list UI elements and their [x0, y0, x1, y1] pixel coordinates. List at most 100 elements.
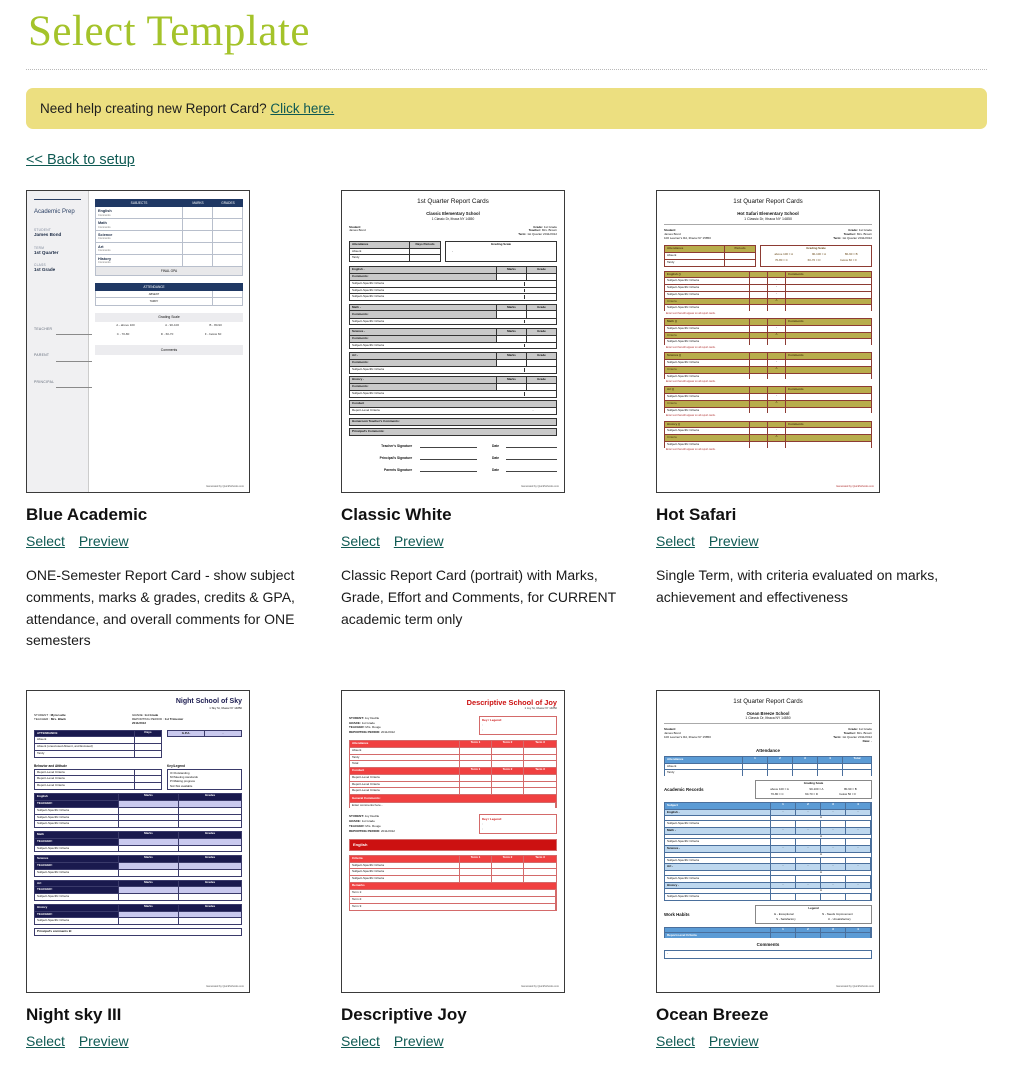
- safari-mark: A: [767, 434, 785, 441]
- select-link-classic-white[interactable]: Select: [341, 533, 380, 549]
- ocean-legend-item: S - Satisfactory: [776, 917, 796, 922]
- table-row: Absent: [349, 247, 441, 255]
- classic-absent: Absent: [350, 248, 410, 255]
- table-row: Term 3:: [349, 902, 557, 911]
- ocean-dash: -: [796, 827, 821, 834]
- select-link-hot-safari[interactable]: Select: [656, 533, 695, 549]
- template-thumbnail-night-sky[interactable]: Night School of Sky 1 Sky St, Ithaca NY …: [26, 690, 250, 994]
- ocean-legend: Legend E - Exceptional N - Needs Improve…: [755, 904, 872, 924]
- table-row: History Comments: [95, 255, 243, 268]
- joy-term: Term 1: [460, 767, 492, 774]
- safari-attendance-block: Attendance Periods Absent Tardy Grading …: [664, 245, 872, 267]
- joy-teacher: Mrs. Rouge: [365, 824, 381, 829]
- table-row: Science - - - - -: [664, 845, 872, 852]
- blue-principal-label: PRINCIPAL: [34, 379, 55, 384]
- classic-sig-parent-label: Parents Signature: [384, 468, 413, 473]
- classic-tardy: Tardy: [350, 255, 410, 262]
- table-row: Subject-Specific Criteria: [664, 406, 872, 414]
- table-row: Attendance 1 2 3 4 Total: [664, 755, 872, 763]
- classic-col-marks: Marks: [496, 328, 526, 335]
- ocean-scale-item: above 100 = A: [770, 786, 789, 791]
- ocean-criteria: Subject-Specific Criteria: [665, 857, 771, 864]
- night-teacher-row: TEACHER:: [35, 863, 119, 869]
- ocean-col: 3: [793, 756, 818, 763]
- safari-subject-block: Science () Comments Subject-Specific Cri…: [664, 352, 872, 383]
- ocean-comments-heading: Comments: [756, 942, 780, 948]
- table-row: Absent (unexcused Absent, and Excused): [34, 743, 162, 750]
- table-row: 1 2 3 4: [664, 926, 872, 932]
- table-row: G.P.A. -: [167, 729, 242, 738]
- preview-link-blue-academic[interactable]: Preview: [79, 533, 129, 549]
- safari-subject: History (): [667, 421, 681, 426]
- help-click-here-link[interactable]: Click here.: [270, 101, 334, 116]
- night-col-marks: Marks: [119, 831, 179, 838]
- table-row: A: [664, 851, 872, 857]
- select-link-ocean-breeze[interactable]: Select: [656, 1033, 695, 1049]
- night-attendance-label: ATTENDANCE: [35, 730, 135, 737]
- table-row: Math Marks Grades: [34, 831, 242, 838]
- blue-comments-bar: Comments: [95, 345, 243, 355]
- table-row: Subject-Specific Criteria: [664, 820, 872, 827]
- table-row: Attendance Periods: [664, 245, 756, 253]
- blue-grading-scale-row1: A - above 100 A - 90-100 B - 80-90: [95, 322, 243, 331]
- safari-tardy: Tardy: [665, 259, 725, 266]
- joy-remarks-bar: Remarks: [349, 881, 557, 890]
- classic-col-grade: Grade: [526, 328, 556, 335]
- classic-criteria: Subject-Specific Criteria: [352, 390, 385, 395]
- preview-link-night-sky[interactable]: Preview: [79, 1033, 129, 1049]
- template-thumbnail-hot-safari[interactable]: 1st Quarter Report Cards Hot Safari Elem…: [656, 190, 880, 494]
- back-to-setup-link[interactable]: << Back to setup: [26, 152, 135, 168]
- classic-subject: English -: [350, 267, 496, 273]
- safari-mark: A: [767, 366, 785, 373]
- table-row: Subject-Specific Criteria: [34, 813, 242, 821]
- page-container: Select Template Need help creating new R…: [0, 8, 1013, 1065]
- preview-link-ocean-breeze[interactable]: Preview: [709, 1033, 759, 1049]
- safari-criteria-bar: Criteria: [667, 435, 677, 440]
- classic-attendance-label: Attendance: [350, 241, 410, 248]
- table-row: A: [664, 870, 872, 875]
- night-criteria: Subject-Specific Criteria: [35, 807, 119, 814]
- safari-comments: Comments: [785, 421, 871, 428]
- safari-note: Enter text that will appear on all repor…: [666, 311, 716, 315]
- template-thumbnail-ocean-breeze[interactable]: 1st Quarter Report Cards Ocean Breeze Sc…: [656, 690, 880, 994]
- preview-link-descriptive-joy[interactable]: Preview: [394, 1033, 444, 1049]
- ocean-student-address: 100 Learner's Rd, Ithaca NY 15850: [664, 734, 711, 739]
- ocean-date-label: Date:: [862, 738, 871, 743]
- classic-principal-bar: Principal's Comments:: [349, 428, 557, 437]
- table-row: Criteria A: [664, 365, 872, 373]
- ocean-col: 2: [796, 927, 821, 932]
- joy-term-row: Term 3:: [350, 903, 556, 910]
- table-row: Subject-Specific Criteria: [349, 868, 557, 876]
- table-row: Term 2:: [349, 896, 557, 903]
- ocean-mark: A: [819, 815, 822, 820]
- select-link-blue-academic[interactable]: Select: [26, 533, 65, 549]
- template-thumbnail-blue-academic[interactable]: Academic Prep STUDENT James Bond TERM 1s…: [26, 190, 250, 494]
- table-row: Art - - - - -: [664, 863, 872, 871]
- template-thumbnail-classic-white[interactable]: 1st Quarter Report Cards Classic Element…: [341, 190, 565, 494]
- blue-principal-line: [56, 386, 92, 388]
- ocean-col: 3: [821, 927, 846, 932]
- safari-criteria: Subject-Specific Criteria: [667, 291, 700, 296]
- ocean-dash: -: [821, 864, 846, 871]
- preview-link-classic-white[interactable]: Preview: [394, 533, 444, 549]
- table-row: Subject-Specific Criteria: [34, 868, 242, 877]
- table-row: Subject-Specific Criteria: [34, 893, 242, 901]
- blue-subject-comments: Comments: [98, 249, 111, 253]
- ocean-work-habits-block: Work Habits Legend E - Exceptional N - N…: [664, 904, 872, 924]
- template-name-ocean-breeze: Ocean Breeze: [656, 1005, 769, 1025]
- template-thumbnail-descriptive-joy[interactable]: Descriptive School of Joy 1 Joy St, Itha…: [341, 690, 565, 994]
- table-row: A: [664, 833, 872, 839]
- classic-criteria: Subject-Specific Criteria: [352, 287, 385, 292]
- select-link-night-sky[interactable]: Select: [26, 1033, 65, 1049]
- safari-scale-item: 80-90 = B: [844, 252, 858, 257]
- select-link-descriptive-joy[interactable]: Select: [341, 1033, 380, 1049]
- table-row: Subject-Specific Criteria: [664, 874, 872, 882]
- safari-absent: Absent: [665, 253, 725, 259]
- safari-criteria: Subject-Specific Criteria: [667, 441, 700, 446]
- night-gpa-value: -: [205, 730, 241, 737]
- ocean-scale-item: 80-90 = B: [844, 786, 857, 791]
- night-subject: Art: [35, 880, 119, 887]
- ocean-dash: -: [821, 882, 846, 889]
- preview-link-hot-safari[interactable]: Preview: [709, 533, 759, 549]
- joy-period: 2011/2012: [381, 828, 395, 833]
